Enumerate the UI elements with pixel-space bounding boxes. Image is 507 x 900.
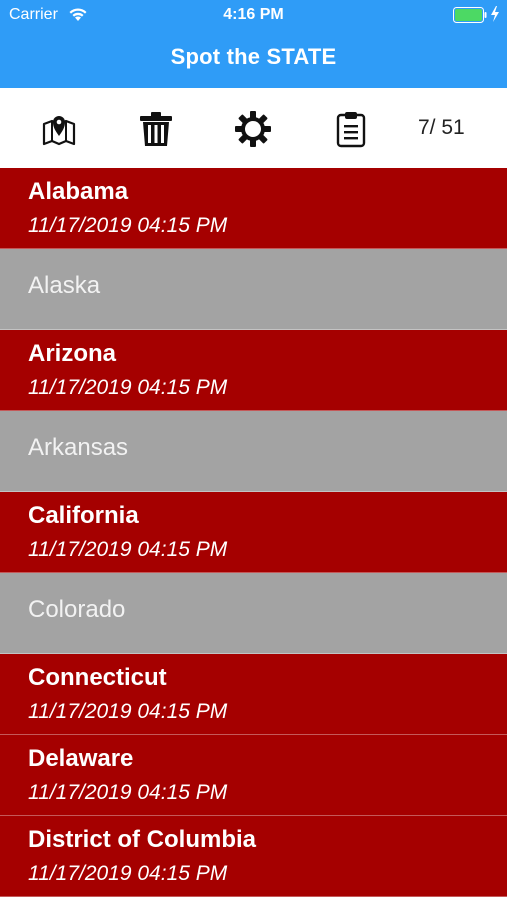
- battery-icon: [453, 7, 487, 23]
- settings-button[interactable]: [234, 110, 272, 148]
- map-button[interactable]: [40, 110, 78, 148]
- state-name: Delaware: [28, 745, 134, 772]
- toolbar: 7/ 51: [0, 88, 507, 168]
- state-row[interactable]: Alaska: [0, 249, 507, 330]
- spotted-date: 11/17/2019 04:15 PM: [28, 781, 228, 804]
- spotted-date: 11/17/2019 04:15 PM: [28, 700, 228, 723]
- spotted-date: 11/17/2019 04:15 PM: [28, 862, 228, 885]
- state-name: Connecticut: [28, 664, 167, 691]
- state-name: Arizona: [28, 340, 117, 367]
- state-row[interactable]: Alabama 11/17/2019 04:15 PM: [0, 168, 507, 249]
- state-list: Alabama 11/17/2019 04:15 PM Alaska Arizona 1…: [0, 168, 507, 900]
- state-name: District of Columbia: [28, 826, 257, 853]
- gear-icon: [235, 111, 271, 147]
- state-name: Alabama: [28, 178, 129, 205]
- map-pin-icon: [42, 116, 76, 146]
- state-row[interactable]: Colorado: [0, 573, 507, 654]
- clipboard-icon: [336, 112, 366, 148]
- status-bar: Carrier 4:16 PM: [0, 0, 507, 30]
- state-name: Colorado: [28, 596, 126, 623]
- summary-button[interactable]: [332, 110, 370, 148]
- state-name: California: [28, 502, 139, 529]
- state-row[interactable]: Connecticut 11/17/2019 04:15 PM: [0, 654, 507, 735]
- spotted-date: 11/17/2019 04:15 PM: [28, 214, 228, 237]
- state-row[interactable]: Arizona 11/17/2019 04:15 PM: [0, 330, 507, 411]
- charging-bolt-icon: [490, 6, 500, 22]
- page-title: Spot the STATE: [170, 44, 337, 69]
- state-row[interactable]: Arkansas: [0, 411, 507, 492]
- state-row[interactable]: California 11/17/2019 04:15 PM: [0, 492, 507, 573]
- spotted-date: 11/17/2019 04:15 PM: [28, 376, 228, 399]
- status-time: 4:16 PM: [223, 6, 284, 23]
- state-row[interactable]: District of Columbia 11/17/2019 04:15 PM: [0, 816, 507, 897]
- state-name: Alaska: [28, 272, 101, 299]
- delete-button[interactable]: [137, 110, 175, 148]
- state-row[interactable]: Delaware 11/17/2019 04:15 PM: [0, 735, 507, 816]
- trash-icon: [140, 112, 172, 146]
- spotted-counter: 7/ 51: [418, 116, 465, 139]
- state-name: Arkansas: [28, 434, 129, 461]
- app-header: Carrier 4:16 PM Spot the STATE: [0, 0, 507, 88]
- spotted-date: 11/17/2019 04:15 PM: [28, 538, 228, 561]
